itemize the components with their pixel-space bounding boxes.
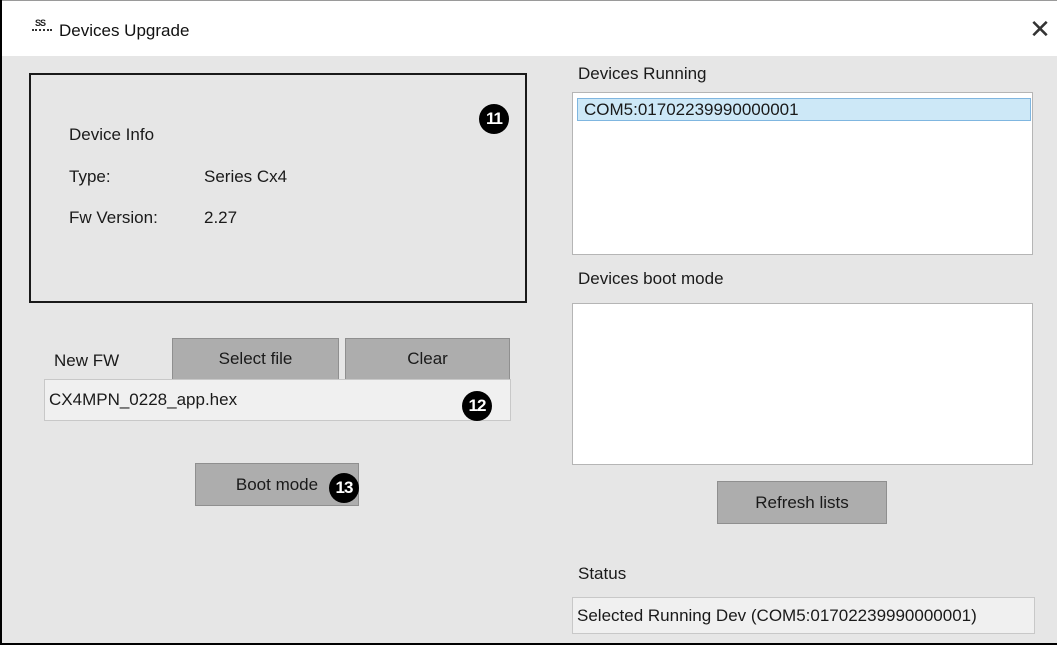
select-file-button[interactable]: Select file [172, 338, 339, 380]
close-icon[interactable]: ✕ [1024, 13, 1056, 45]
clear-button[interactable]: Clear [345, 338, 510, 380]
app-icon: SS [32, 19, 52, 35]
fw-version-value: 2.27 [204, 208, 238, 227]
new-fw-label: New FW [54, 351, 120, 370]
type-value: Series Cx4 [204, 167, 288, 186]
devices-upgrade-window: SS Devices Upgrade ✕ Device Info Type: S… [0, 0, 1057, 645]
device-info-panel: Device Info Type: Series Cx4 Fw Version:… [29, 73, 527, 303]
window-title: Devices Upgrade [59, 21, 190, 40]
list-item[interactable]: COM5:01702239990000001 [577, 98, 1031, 121]
devices-boot-mode-list[interactable] [572, 303, 1033, 465]
devices-boot-mode-label: Devices boot mode [578, 269, 724, 288]
device-info-title: Device Info [69, 125, 155, 144]
callout-marker-12: 12 [462, 391, 492, 421]
firmware-file-field[interactable]: CX4MPN_0228_app.hex [44, 379, 511, 421]
refresh-lists-button[interactable]: Refresh lists [717, 481, 887, 524]
callout-marker-11: 11 [479, 104, 509, 134]
devices-running-list[interactable]: COM5:01702239990000001 [572, 92, 1033, 255]
status-field: Selected Running Dev (COM5:0170223999000… [572, 597, 1035, 634]
title-bar[interactable]: SS Devices Upgrade ✕ [2, 0, 1057, 56]
callout-marker-13: 13 [329, 473, 359, 503]
type-label: Type: [69, 167, 111, 186]
client-area: Device Info Type: Series Cx4 Fw Version:… [2, 56, 1057, 643]
devices-running-label: Devices Running [578, 64, 707, 83]
fw-version-label: Fw Version: [69, 208, 158, 227]
status-label: Status [578, 564, 627, 583]
firmware-file-name: CX4MPN_0228_app.hex [49, 390, 238, 409]
